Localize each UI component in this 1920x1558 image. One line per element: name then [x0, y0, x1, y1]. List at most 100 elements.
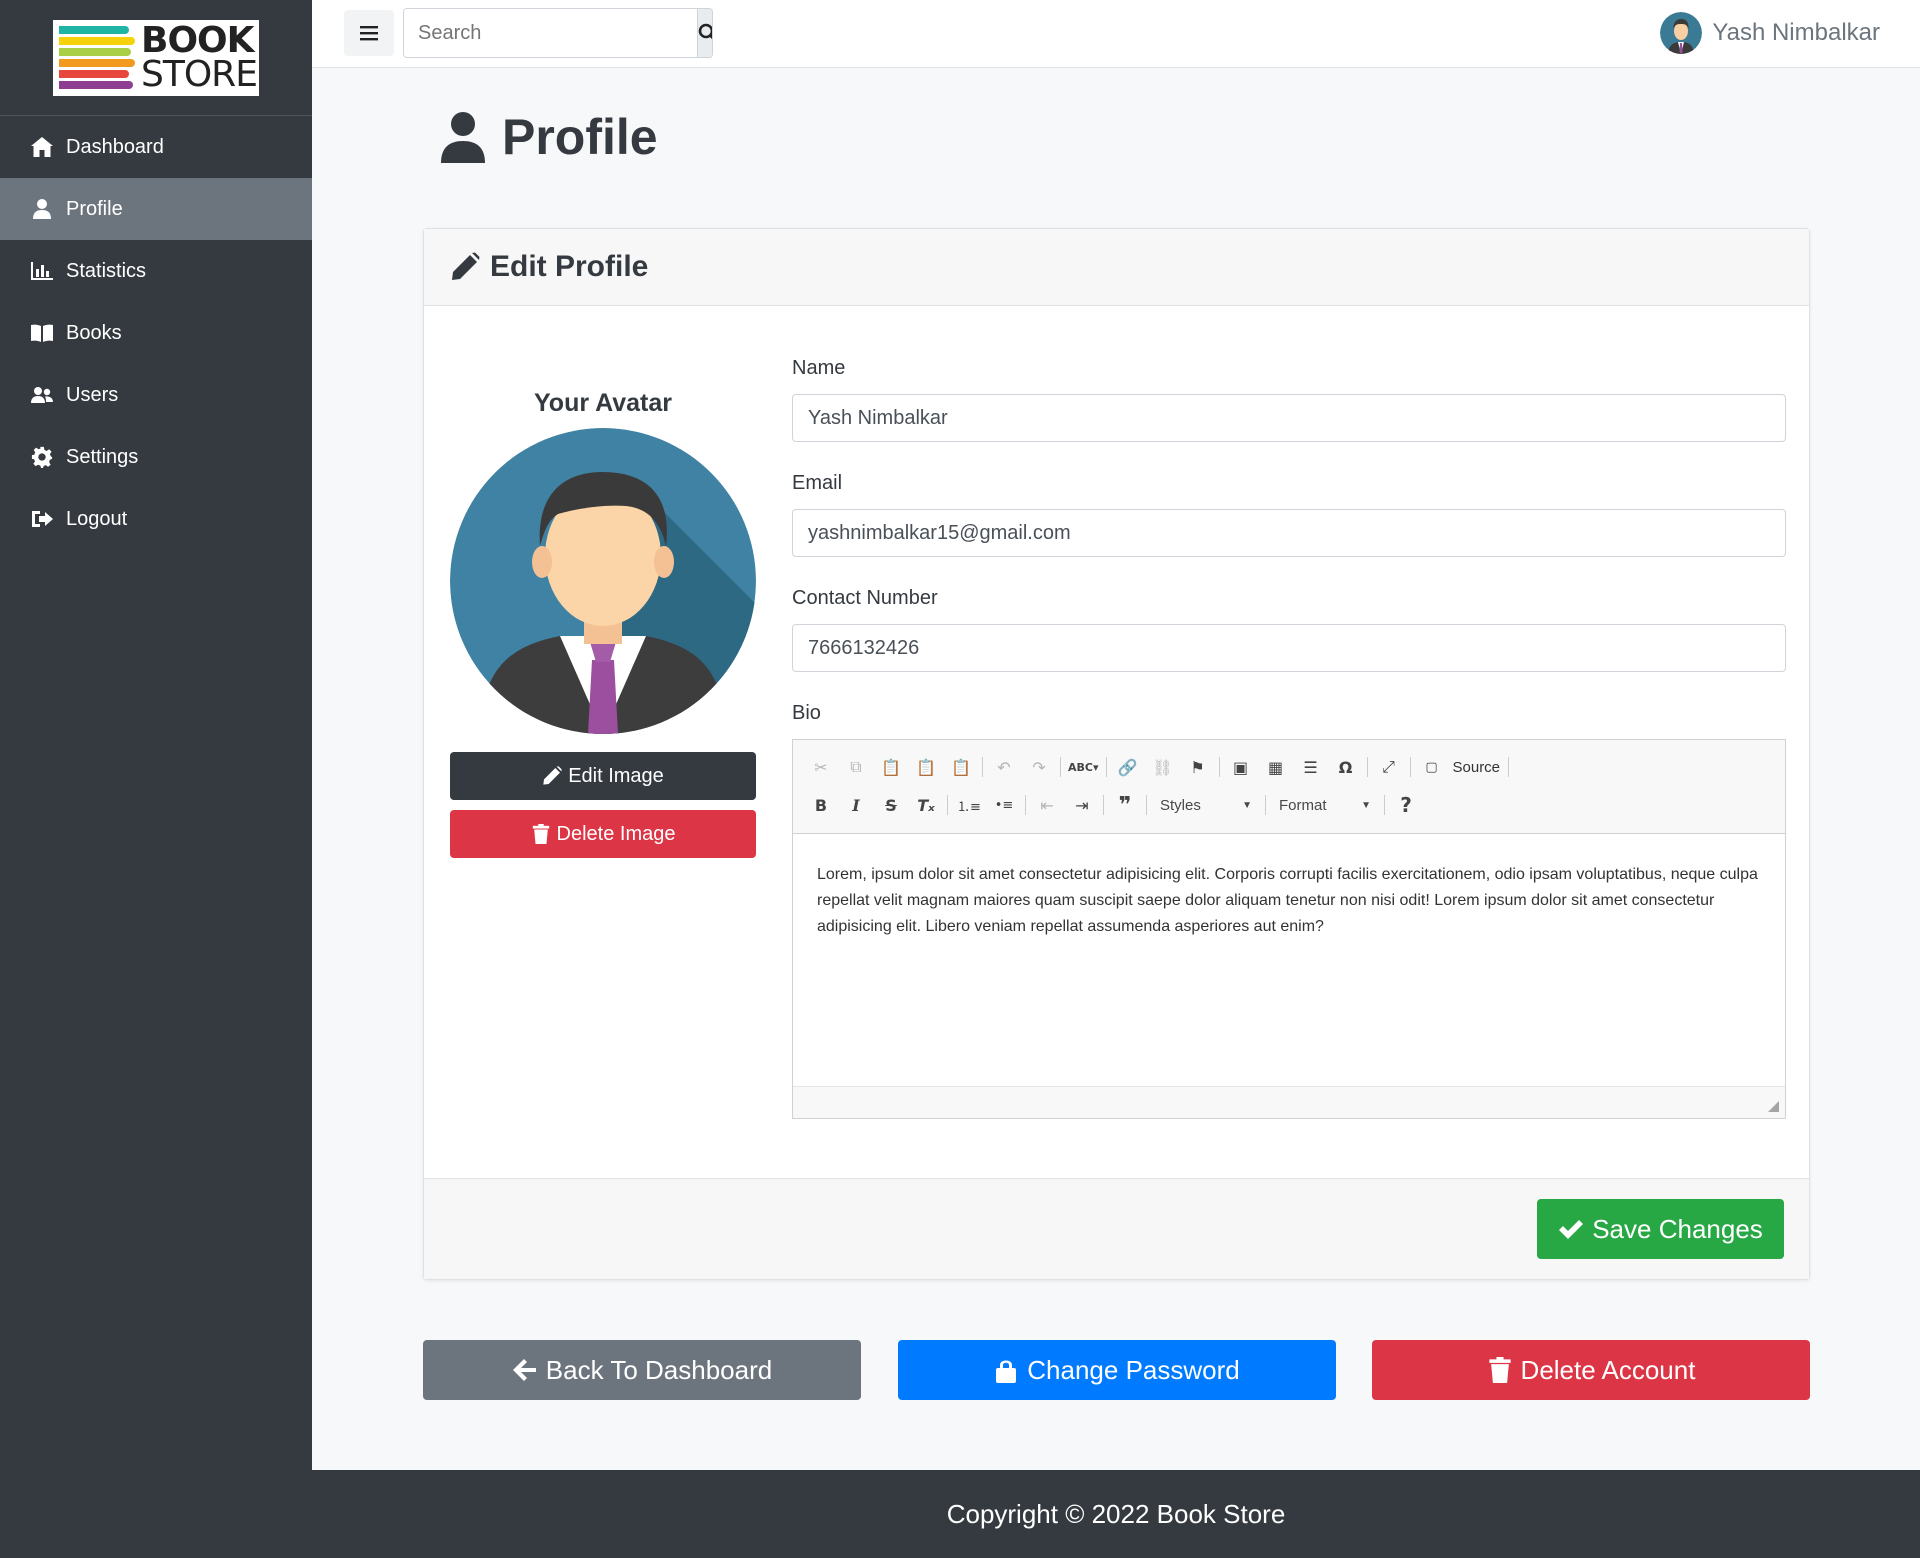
edit-image-label: Edit Image — [568, 764, 664, 787]
strikethrough-icon[interactable]: S — [877, 791, 905, 819]
sidebar-item-logout[interactable]: Logout — [0, 488, 312, 550]
hamburger-menu-button[interactable] — [344, 10, 394, 56]
chart-bar-icon — [31, 262, 53, 280]
image-icon[interactable]: ▣ — [1227, 753, 1255, 781]
avatar-title: Your Avatar — [533, 389, 672, 417]
name-label: Name — [792, 357, 846, 379]
sidebar-item-label: Settings — [66, 445, 139, 468]
italic-icon[interactable]: I — [842, 791, 870, 819]
logo-book-stripes — [59, 25, 135, 90]
page-footer: Copyright © 2022 Book Store — [312, 1470, 1920, 1558]
save-changes-button[interactable]: Save Changes — [1537, 1199, 1784, 1259]
bookstore-logo[interactable]: BOOK STORE — [53, 19, 259, 96]
paste-word-icon[interactable]: 📋 — [947, 753, 975, 781]
arrow-left-icon — [512, 1359, 536, 1381]
styles-dropdown[interactable]: Styles ▼ — [1154, 791, 1258, 819]
profile-actions: Back To Dashboard Change Password Delete… — [423, 1340, 1810, 1400]
email-field[interactable] — [792, 509, 1786, 557]
undo-icon[interactable]: ↶ — [990, 753, 1018, 781]
sidebar-item-dashboard[interactable]: Dashboard — [0, 116, 312, 178]
chevron-down-icon: ▼ — [1242, 799, 1252, 811]
paste-text-icon[interactable]: 📋 — [912, 753, 940, 781]
contact-number-field[interactable] — [792, 624, 1786, 672]
user-menu[interactable]: Yash Nimbalkar — [1660, 12, 1880, 54]
bio-rich-text-editor: ✂ ⧉ 📋 📋 📋 ↶ ↷ ABC▾ 🔗 ⛓ ⚑ ▣ ▦ ☰ Ω ⤢ ▢ Sou… — [792, 739, 1786, 1119]
anchor-flag-icon[interactable]: ⚑ — [1184, 753, 1212, 781]
horizontal-line-icon[interactable]: ☰ — [1297, 753, 1325, 781]
help-icon[interactable]: ? — [1392, 791, 1420, 819]
delete-image-button[interactable]: Delete Image — [450, 810, 756, 858]
spellcheck-icon[interactable]: ABC▾ — [1068, 753, 1099, 781]
sidebar-item-label: Books — [66, 321, 122, 344]
users-icon — [31, 387, 53, 403]
cut-icon[interactable]: ✂ — [807, 753, 835, 781]
sidebar-item-users[interactable]: Users — [0, 364, 312, 426]
card-header: Edit Profile — [424, 229, 1809, 306]
search-bar — [403, 8, 713, 58]
table-icon[interactable]: ▦ — [1262, 753, 1290, 781]
sidebar: BOOK STORE Dashboard Profile Statistics … — [0, 0, 312, 1558]
email-label: Email — [792, 472, 843, 494]
sidebar-item-books[interactable]: Books — [0, 302, 312, 364]
name-field[interactable] — [792, 394, 1786, 442]
contact-label: Contact Number — [792, 587, 938, 609]
sidebar-item-label: Dashboard — [66, 135, 164, 158]
logout-icon — [32, 511, 53, 527]
bold-icon[interactable]: B — [807, 791, 835, 819]
lock-icon — [996, 1360, 1017, 1383]
bio-label: Bio — [792, 702, 821, 724]
bio-editor-content[interactable]: Lorem, ipsum dolor sit amet consectetur … — [793, 834, 1785, 1086]
edit-image-button[interactable]: Edit Image — [450, 752, 756, 800]
remove-format-icon[interactable]: Tₓ — [912, 791, 940, 819]
editor-toolbar-row-1: ✂ ⧉ 📋 📋 📋 ↶ ↷ ABC▾ 🔗 ⛓ ⚑ ▣ ▦ ☰ Ω ⤢ ▢ Sou… — [807, 748, 1771, 786]
outdent-icon[interactable]: ⇤ — [1033, 791, 1061, 819]
unlink-icon[interactable]: ⛓ — [1149, 753, 1177, 781]
edit-profile-card: Edit Profile Your Avatar Edit Image Dele… — [423, 228, 1810, 1280]
bulleted-list-icon[interactable]: •≡ — [990, 791, 1018, 819]
search-button[interactable] — [697, 9, 712, 57]
sidebar-item-statistics[interactable]: Statistics — [0, 240, 312, 302]
change-password-label: Change Password — [1027, 1354, 1240, 1385]
paste-icon[interactable]: 📋 — [877, 753, 905, 781]
copyright-text: Copyright © 2022 Book Store — [946, 1498, 1286, 1529]
back-to-dashboard-button[interactable]: Back To Dashboard — [423, 1340, 861, 1400]
avatar — [1660, 12, 1703, 54]
delete-image-label: Delete Image — [556, 822, 676, 845]
change-password-button[interactable]: Change Password — [897, 1340, 1336, 1400]
blockquote-icon[interactable]: ❞ — [1111, 791, 1139, 819]
trash-icon — [1488, 1357, 1511, 1383]
search-icon — [698, 23, 712, 40]
pencil-icon — [543, 766, 562, 785]
sidebar-nav: Dashboard Profile Statistics Books Users… — [0, 116, 312, 550]
home-icon — [31, 137, 53, 157]
format-dropdown[interactable]: Format ▼ — [1273, 791, 1377, 819]
back-to-dashboard-label: Back To Dashboard — [545, 1354, 773, 1385]
editor-toolbar-row-2: B I S Tₓ ⒈≡ •≡ ⇤ ⇥ ❞ Styles ▼ Format ▼ ? — [807, 786, 1771, 824]
gear-icon — [31, 446, 53, 468]
source-icon[interactable]: ▢ — [1418, 753, 1446, 781]
delete-account-button[interactable]: Delete Account — [1372, 1340, 1810, 1400]
copy-icon[interactable]: ⧉ — [842, 753, 870, 781]
user-icon — [441, 112, 485, 163]
redo-icon[interactable]: ↷ — [1025, 753, 1053, 781]
brand: BOOK STORE — [0, 0, 312, 116]
source-button-label[interactable]: Source — [1453, 759, 1501, 776]
resize-handle-icon[interactable] — [1768, 1101, 1779, 1112]
avatar-section: Your Avatar Edit Image Delete Image — [450, 389, 756, 858]
card-title: Edit Profile — [490, 250, 649, 283]
search-input[interactable] — [404, 9, 697, 57]
trash-icon — [532, 824, 549, 844]
hamburger-icon — [360, 26, 378, 41]
maximize-icon[interactable]: ⤢ — [1375, 753, 1403, 781]
special-char-omega-icon[interactable]: Ω — [1332, 753, 1360, 781]
indent-icon[interactable]: ⇥ — [1068, 791, 1096, 819]
numbered-list-icon[interactable]: ⒈≡ — [955, 791, 983, 819]
chevron-down-icon: ▼ — [1361, 799, 1371, 811]
page-title-text: Profile — [502, 109, 658, 165]
link-icon[interactable]: 🔗 — [1114, 753, 1142, 781]
sidebar-item-settings[interactable]: Settings — [0, 426, 312, 488]
editor-toolbar: ✂ ⧉ 📋 📋 📋 ↶ ↷ ABC▾ 🔗 ⛓ ⚑ ▣ ▦ ☰ Ω ⤢ ▢ Sou… — [793, 740, 1785, 834]
sidebar-item-label: Profile — [66, 197, 123, 220]
sidebar-item-profile[interactable]: Profile — [0, 178, 312, 240]
user-name: Yash Nimbalkar — [1712, 19, 1880, 46]
